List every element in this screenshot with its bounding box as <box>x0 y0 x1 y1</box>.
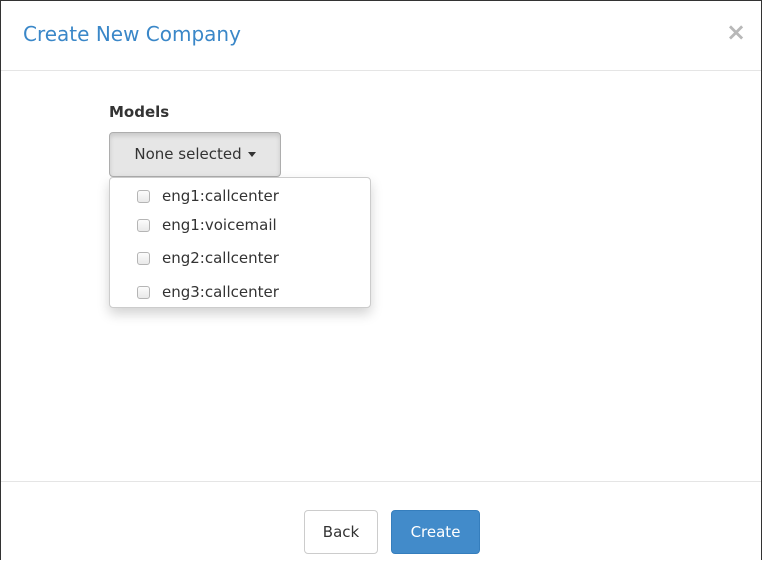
model-option-label: eng3:callcenter <box>162 283 279 301</box>
checkbox[interactable] <box>137 285 150 299</box>
create-button[interactable]: Create <box>391 510 480 554</box>
model-option-eng2-callcenter[interactable]: eng2:callcenter <box>137 246 279 270</box>
modal-title: Create New Company <box>23 22 241 46</box>
models-label: Models <box>109 103 170 121</box>
create-company-modal: Create New Company × Models None selecte… <box>0 0 762 560</box>
model-option-eng1-voicemail[interactable]: eng1:voicemail <box>137 213 277 237</box>
checkbox[interactable] <box>137 251 150 265</box>
model-option-eng1-callcenter[interactable]: eng1:callcenter <box>137 184 279 208</box>
modal-header: Create New Company × <box>1 1 761 71</box>
modal-footer: Back Create <box>1 481 761 561</box>
models-dropdown-menu: eng1:callcenter eng1:voicemail eng2:call… <box>109 177 371 308</box>
checkbox[interactable] <box>137 189 150 203</box>
multiselect-selected-text: None selected <box>134 145 242 163</box>
caret-down-icon <box>247 152 256 157</box>
model-option-label: eng1:callcenter <box>162 187 279 205</box>
close-icon[interactable]: × <box>725 19 747 45</box>
back-button[interactable]: Back <box>304 510 378 554</box>
model-option-label: eng1:voicemail <box>162 216 277 234</box>
model-option-eng3-callcenter[interactable]: eng3:callcenter <box>137 280 279 304</box>
model-option-label: eng2:callcenter <box>162 249 279 267</box>
models-multiselect-button[interactable]: None selected <box>109 132 281 177</box>
checkbox[interactable] <box>137 218 150 232</box>
